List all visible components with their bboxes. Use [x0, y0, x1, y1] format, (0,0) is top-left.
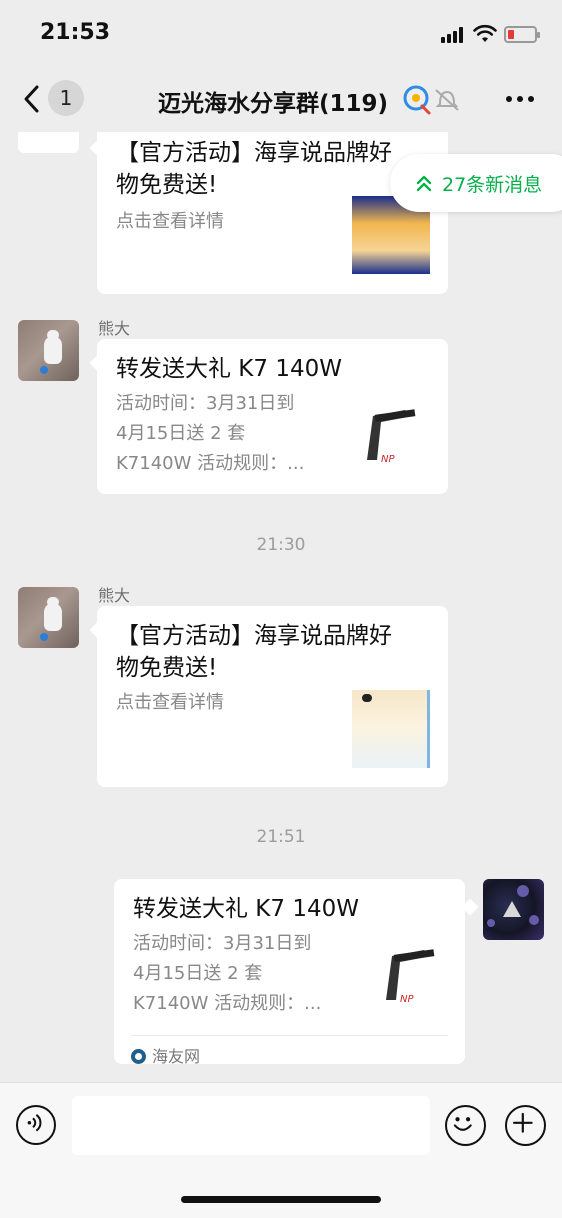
unread-badge[interactable]: 1	[48, 80, 84, 116]
new-messages-label: 27条新消息	[442, 174, 543, 196]
plus-icon[interactable]	[505, 1105, 546, 1146]
card-source: 海友网	[131, 1035, 448, 1067]
avatar[interactable]	[483, 879, 544, 940]
card-desc-line: 活动时间：3月31日到	[133, 933, 312, 954]
svg-text:NP: NP	[400, 994, 414, 1005]
more-icon[interactable]	[506, 96, 534, 104]
card-desc: 点击查看详情	[116, 211, 224, 232]
card-desc-line: K7140W 活动规则：...	[133, 993, 322, 1014]
share-card[interactable]: 转发送大礼 K7 140W 活动时间：3月31日到 4月15日送 2 套 K71…	[114, 879, 465, 1067]
input-bar	[0, 1082, 562, 1218]
chat-bubble-icon	[403, 85, 459, 115]
card-desc-line: K7140W 活动规则：...	[116, 453, 305, 474]
back-chevron-icon[interactable]	[18, 82, 44, 116]
card-desc: 点击查看详情	[116, 692, 224, 713]
card-title: 转发送大礼 K7 140W	[133, 896, 359, 922]
card-title: 转发送大礼 K7 140W	[116, 356, 342, 382]
source-name: 海友网	[152, 1047, 201, 1066]
emoji-icon[interactable]	[445, 1105, 486, 1146]
double-chevron-up-icon	[416, 175, 432, 192]
card-thumbnail: NP	[376, 934, 446, 1009]
avatar[interactable]	[18, 587, 79, 648]
time-separator: 21:30	[256, 535, 306, 555]
card-title-line: 【官方活动】海享说品牌好	[116, 140, 392, 166]
avatar[interactable]	[18, 132, 79, 153]
svg-text:NP: NP	[381, 454, 395, 465]
chat-header: 1 迈光海水分享群(119)	[0, 66, 562, 132]
battery-icon	[504, 26, 540, 43]
time-separator: 21:51	[256, 827, 306, 847]
card-desc-line: 4月15日送 2 套	[133, 963, 263, 984]
message-input[interactable]	[72, 1096, 430, 1155]
wifi-icon	[473, 24, 497, 42]
share-card[interactable]: 转发送大礼 K7 140W 活动时间：3月31日到 4月15日送 2 套 K71…	[97, 339, 448, 494]
new-messages-button[interactable]: 27条新消息	[390, 154, 562, 212]
avatar[interactable]	[18, 320, 79, 381]
card-desc-line: 4月15日送 2 套	[116, 423, 246, 444]
share-card[interactable]: 【官方活动】海享说品牌好 物免费送! 点击查看详情	[97, 606, 448, 787]
card-title-line: 【官方活动】海享说品牌好	[116, 623, 392, 649]
card-thumbnail	[352, 690, 430, 768]
card-title-line: 物免费送!	[116, 655, 218, 681]
card-title-line: 物免费送!	[116, 172, 218, 198]
sender-name: 熊大	[98, 586, 131, 605]
signal-icon	[441, 27, 467, 43]
page-title: 迈光海水分享群(119)	[158, 91, 389, 117]
sender-name: 熊大	[98, 319, 131, 338]
status-time: 21:53	[40, 20, 111, 45]
voice-icon[interactable]	[16, 1105, 56, 1145]
source-logo-icon	[131, 1049, 146, 1064]
message-list[interactable]: 【官方活动】海享说品牌好 物免费送! 点击查看详情 27条新消息 熊大 转发送大…	[0, 132, 562, 1082]
share-card[interactable]: 【官方活动】海享说品牌好 物免费送! 点击查看详情	[97, 132, 448, 294]
status-bar: 21:53	[0, 0, 562, 66]
card-thumbnail: NP	[357, 394, 427, 469]
home-indicator	[181, 1196, 381, 1203]
card-desc-line: 活动时间：3月31日到	[116, 393, 295, 414]
